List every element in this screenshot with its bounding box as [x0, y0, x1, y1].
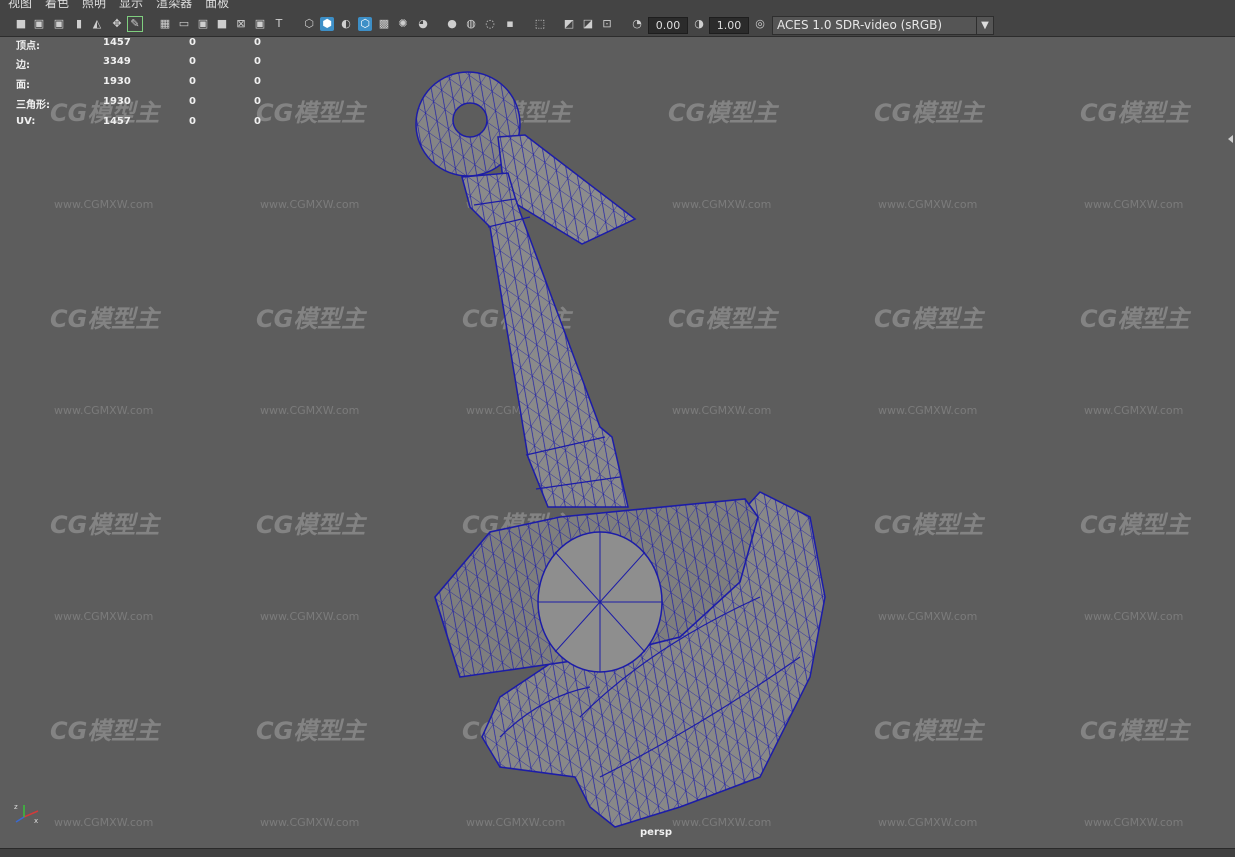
shadows-icon[interactable]: ◕: [416, 17, 430, 31]
image-plane-icon[interactable]: ◭: [90, 17, 104, 31]
antialias-icon[interactable]: ◌: [483, 17, 497, 31]
wireframe-on-shaded-icon[interactable]: ⬡: [358, 17, 372, 31]
axis-gizmo: z x: [14, 803, 39, 825]
menu-view[interactable]: 视图: [8, 0, 32, 10]
hud-label: UV:: [16, 116, 36, 127]
hud-value: 0: [189, 76, 196, 87]
exposure-icon[interactable]: ◔: [630, 17, 644, 31]
camera-attr-icon[interactable]: ▣: [52, 17, 66, 31]
hud-value: 1457: [103, 37, 131, 48]
smooth-shade-icon[interactable]: ⬢: [320, 17, 334, 31]
menu-renderer[interactable]: 渲染器: [156, 0, 192, 10]
isolate-select-icon[interactable]: ⬚: [533, 17, 547, 31]
hud-label: 面:: [16, 80, 30, 91]
hud-row-faces: 面: 1930 0 0: [0, 76, 280, 91]
hud-value: 1457: [103, 116, 131, 127]
safe-title-icon[interactable]: T: [272, 17, 286, 31]
hud-value: 1930: [103, 96, 131, 107]
hud-value: 0: [254, 76, 261, 87]
field-chart-icon[interactable]: ⊠: [234, 17, 248, 31]
anchor-mesh[interactable]: [0, 37, 1235, 848]
xray-components-icon[interactable]: ◪: [581, 17, 595, 31]
colorspace-select[interactable]: ACES 1.0 SDR-video (sRGB) ▼: [772, 16, 994, 35]
axis-z-label: z: [14, 803, 18, 811]
menu-panels[interactable]: 面板: [205, 0, 229, 10]
menu-shading[interactable]: 着色: [45, 0, 69, 10]
hud-value: 1930: [103, 76, 131, 87]
xray-joints-icon[interactable]: ◩: [562, 17, 576, 31]
hud-value: 0: [254, 37, 261, 48]
motion-blur-icon[interactable]: ◍: [464, 17, 478, 31]
chevron-down-icon: ▼: [976, 17, 993, 34]
hud-value: 0: [189, 56, 196, 67]
bookmark-icon[interactable]: ▮: [72, 17, 86, 31]
grease-pencil-icon[interactable]: ✎: [127, 16, 143, 32]
axis-x-label: x: [34, 817, 38, 825]
hud-value: 0: [254, 56, 261, 67]
camera-select-icon[interactable]: ■: [14, 17, 28, 31]
safe-action-icon[interactable]: ▣: [253, 17, 267, 31]
default-material-icon[interactable]: ◐: [339, 17, 353, 31]
hud-icon[interactable]: ⊡: [600, 17, 614, 31]
hud-label: 边:: [16, 60, 30, 71]
hud-label: 三角形:: [16, 100, 50, 111]
2d-pan-icon[interactable]: ✥: [110, 17, 124, 31]
wireframe-icon[interactable]: ⬡: [302, 17, 316, 31]
menu-show[interactable]: 显示: [119, 0, 143, 10]
resolution-gate-icon[interactable]: ▣: [196, 17, 210, 31]
ambient-occlusion-icon[interactable]: ●: [445, 17, 459, 31]
hud-value: 0: [189, 96, 196, 107]
camera-name-label: persp: [640, 827, 672, 838]
hud-row-vertices: 顶点: 1457 0 0: [0, 37, 280, 52]
panel-toolbar: ■ ▣ ▣ ▮ ◭ ✥ ✎ ▦ ▭ ▣ ■ ⊠ ▣ T ⬡ ⬢ ◐ ⬡ ▩ ✺ …: [0, 14, 1235, 37]
exposure-field[interactable]: 0.00: [648, 17, 688, 34]
hud-label: 顶点:: [16, 41, 40, 52]
3d-viewport[interactable]: CG模型主 www.CGMXW.com CG模型主 www.CGMXW.com CG模型…: [0, 37, 1235, 848]
gamma-field[interactable]: 1.00: [709, 17, 749, 34]
xray-icon[interactable]: ▩: [377, 17, 391, 31]
hud-row-triangles: 三角形: 1930 0 0: [0, 96, 280, 111]
hud-value: 0: [189, 116, 196, 127]
film-gate-icon[interactable]: ▭: [177, 17, 191, 31]
hud-value: 3349: [103, 56, 131, 67]
hud-value: 0: [254, 116, 261, 127]
hud-value: 0: [189, 37, 196, 48]
color-management-icon[interactable]: ◎: [753, 17, 767, 31]
side-panel-arrow-icon[interactable]: [1228, 135, 1233, 143]
gamma-icon[interactable]: ◑: [692, 17, 706, 31]
hud-value: 0: [254, 96, 261, 107]
depth-of-field-icon[interactable]: ▪: [503, 17, 517, 31]
panel-menu-bar: 视图 着色 照明 显示 渲染器 面板: [0, 0, 1235, 14]
colorspace-label: ACES 1.0 SDR-video (sRGB): [777, 18, 943, 32]
grid-icon[interactable]: ▦: [158, 17, 172, 31]
hud-row-edges: 边: 3349 0 0: [0, 56, 280, 71]
camera-attr-icon[interactable]: ▣: [32, 17, 46, 31]
lighting-icon[interactable]: ✺: [396, 17, 410, 31]
hud-row-uvs: UV: 1457 0 0: [0, 116, 280, 130]
gate-mask-icon[interactable]: ■: [215, 17, 229, 31]
menu-lighting[interactable]: 照明: [82, 0, 106, 10]
